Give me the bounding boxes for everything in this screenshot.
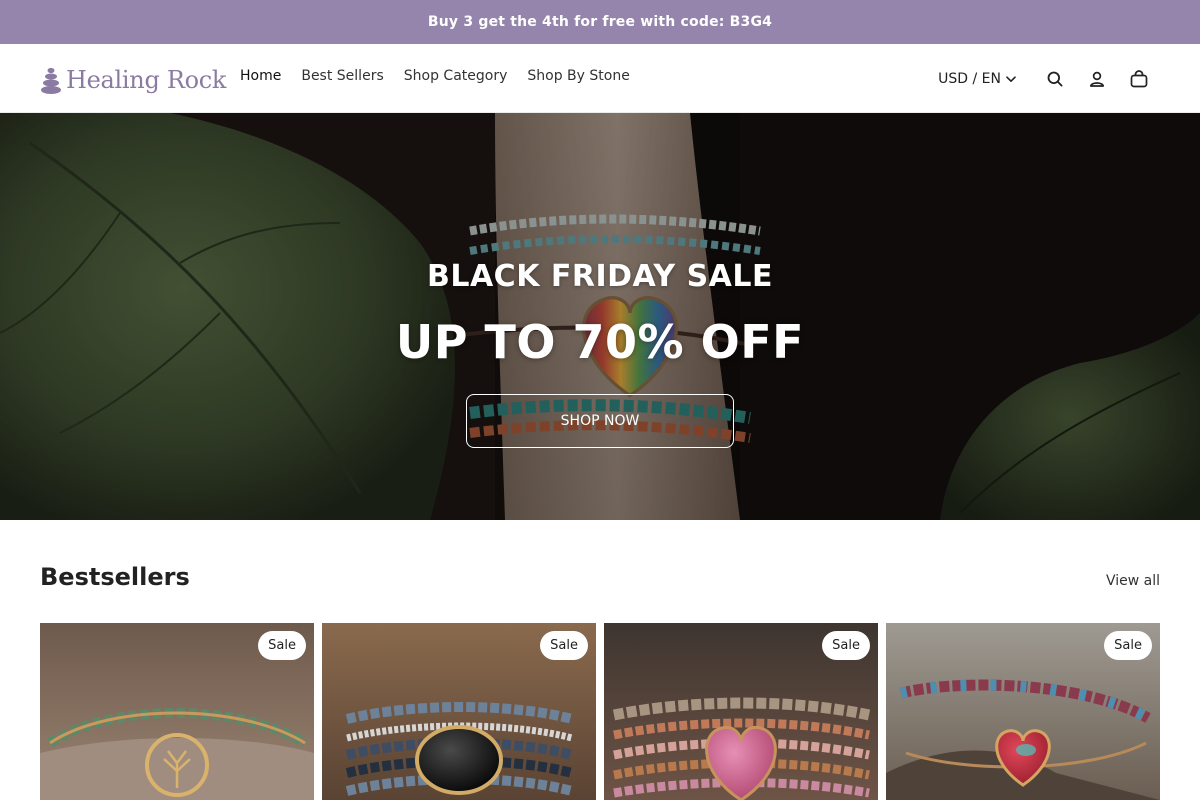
hero-subtitle: BLACK FRIDAY SALE (426, 259, 773, 294)
account-button[interactable] (1076, 66, 1118, 92)
sale-badge: Sale (1104, 631, 1152, 660)
announcement-text: Buy 3 get the 4th for free with code: B3… (427, 14, 773, 30)
chevron-down-icon (1006, 75, 1016, 82)
cart-icon (1130, 70, 1148, 88)
stacked-stones-icon (41, 67, 61, 94)
view-all-link[interactable]: View all (1106, 573, 1160, 589)
bestsellers-title: Bestsellers (40, 563, 190, 591)
logo-text: Healing Rock (66, 66, 227, 94)
sale-badge: Sale (258, 631, 306, 660)
sale-badge: Sale (540, 631, 588, 660)
currency-label: USD / EN (938, 71, 1001, 87)
nav-item-shop-by-stone[interactable]: Shop By Stone (527, 68, 629, 84)
product-card[interactable]: Sale (322, 623, 596, 800)
product-card[interactable]: Sale (604, 623, 878, 800)
search-button[interactable] (1034, 66, 1076, 92)
site-header: Healing Rock Home Best Sellers Shop Cate… (0, 44, 1200, 113)
cart-button[interactable] (1118, 66, 1160, 92)
currency-selector[interactable]: USD / EN (938, 71, 1016, 87)
product-card[interactable]: Sale (40, 623, 314, 800)
search-icon (1047, 71, 1063, 87)
sale-badge: Sale (822, 631, 870, 660)
nav-item-home[interactable]: Home (240, 68, 281, 84)
account-icon (1089, 71, 1105, 87)
main-nav: Home Best Sellers Shop Category Shop By … (240, 68, 630, 84)
hero-title: UP TO 70% OFF (395, 315, 805, 369)
announcement-bar: Buy 3 get the 4th for free with code: B3… (0, 0, 1200, 44)
hero-content: BLACK FRIDAY SALE UP TO 70% OFF SHOP NOW (0, 113, 1200, 520)
nav-item-best-sellers[interactable]: Best Sellers (301, 68, 383, 84)
header-actions: USD / EN (938, 66, 1160, 92)
shop-now-button[interactable]: SHOP NOW (466, 394, 734, 448)
logo[interactable]: Healing Rock (40, 64, 226, 96)
hero-banner: BLACK FRIDAY SALE UP TO 70% OFF SHOP NOW (0, 113, 1200, 520)
product-grid: Sale Sale Sale Sale (40, 623, 1160, 800)
product-card[interactable]: Sale (886, 623, 1160, 800)
nav-item-shop-category[interactable]: Shop Category (404, 68, 508, 84)
